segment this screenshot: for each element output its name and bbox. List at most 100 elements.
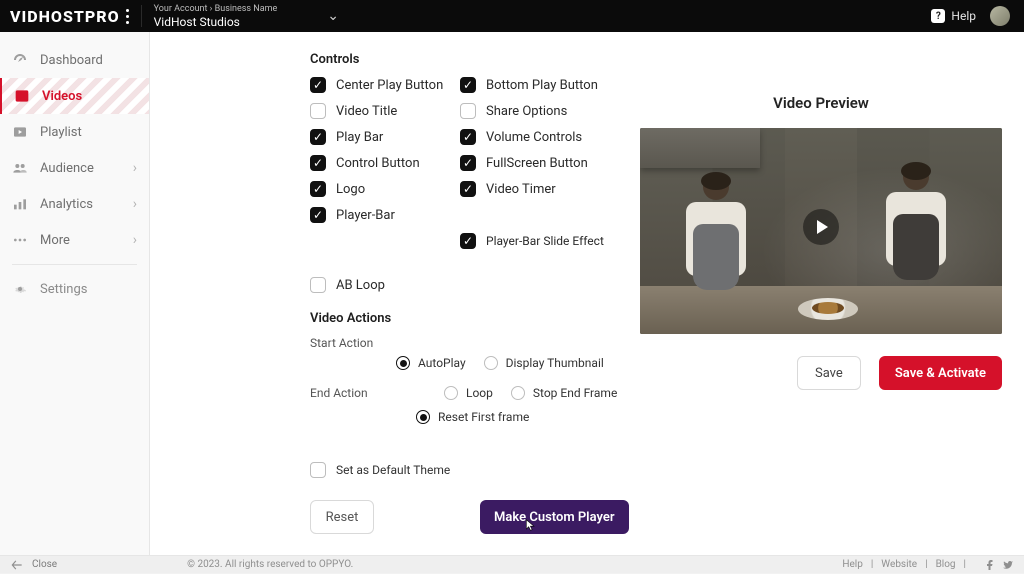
checkbox-label: Share Options	[486, 104, 567, 119]
close-button[interactable]: Close	[10, 558, 57, 572]
account-switcher[interactable]: Your Account › Business Name VidHost Stu…	[154, 5, 278, 28]
save-button[interactable]: Save	[797, 356, 861, 390]
save-activate-button[interactable]: Save & Activate	[879, 356, 1002, 390]
radio-label: Stop End Frame	[533, 386, 617, 400]
radio-display-thumbnail[interactable]: Display Thumbnail	[484, 356, 604, 370]
checkbox-fullscreen[interactable]: FullScreen Button	[460, 155, 630, 171]
button-label: Reset	[326, 510, 359, 525]
cursor-icon	[524, 518, 538, 536]
sidebar-item-label: Dashboard	[40, 53, 103, 68]
gear-icon	[12, 281, 28, 297]
video-preview-thumbnail[interactable]	[640, 128, 1002, 334]
checkbox-player-bar[interactable]: Player-Bar	[310, 207, 460, 223]
radio-autoplay[interactable]: AutoPlay	[396, 356, 466, 370]
radio-loop[interactable]: Loop	[444, 386, 493, 400]
checkbox-share-options[interactable]: Share Options	[460, 103, 630, 119]
radio-stop-end-frame[interactable]: Stop End Frame	[511, 386, 617, 400]
checkbox-volume-controls[interactable]: Volume Controls	[460, 129, 630, 145]
checkbox-icon	[310, 129, 326, 145]
reset-button[interactable]: Reset	[310, 500, 374, 534]
checkbox-icon	[460, 129, 476, 145]
checkbox-label: Volume Controls	[486, 130, 582, 145]
footer-link-help[interactable]: Help	[842, 559, 862, 570]
checkbox-icon	[310, 155, 326, 171]
chevron-right-icon: ›	[133, 196, 137, 212]
checkbox-label: Control Button	[336, 156, 420, 171]
checkbox-logo[interactable]: Logo	[310, 181, 460, 197]
checkbox-default-theme[interactable]: Set as Default Theme	[310, 462, 1008, 478]
button-label: Save & Activate	[895, 366, 986, 381]
checkbox-icon	[310, 277, 326, 293]
checkbox-icon	[460, 103, 476, 119]
sidebar-item-settings[interactable]: Settings	[0, 271, 149, 307]
checkbox-player-bar-slide[interactable]: Player-Bar Slide Effect	[460, 233, 630, 249]
sidebar-item-dashboard[interactable]: Dashboard	[0, 42, 149, 78]
checkbox-center-play[interactable]: Center Play Button	[310, 77, 460, 93]
close-icon	[10, 558, 24, 572]
help-button[interactable]: ? Help	[931, 9, 976, 23]
play-square-icon	[14, 88, 30, 104]
help-label: Help	[951, 9, 976, 23]
sidebar-item-audience[interactable]: Audience ›	[0, 150, 149, 186]
chevron-down-icon[interactable]: ⌄	[327, 8, 339, 24]
start-action-options: AutoPlay Display Thumbnail	[396, 356, 604, 370]
checkbox-label: Player-Bar	[336, 208, 395, 223]
checkbox-icon	[460, 155, 476, 171]
sidebar-item-label: Settings	[40, 282, 87, 297]
checkbox-video-timer[interactable]: Video Timer	[460, 181, 630, 197]
make-custom-player-button[interactable]: Make Custom Player	[480, 500, 629, 534]
people-icon	[12, 160, 28, 176]
radio-label: Loop	[466, 386, 493, 400]
person-right	[870, 164, 962, 324]
chart-icon	[12, 196, 28, 212]
kebab-menu-icon[interactable]	[126, 9, 129, 24]
footer-link-website[interactable]: Website	[881, 559, 917, 570]
checkbox-ab-loop[interactable]: AB Loop	[310, 277, 460, 293]
checkbox-control-button[interactable]: Control Button	[310, 155, 460, 171]
end-action-options-row1: Loop Stop End Frame	[444, 386, 617, 400]
sidebar-item-label: Audience	[40, 161, 94, 176]
section-title-controls: Controls	[310, 52, 1008, 67]
checkbox-label: Video Timer	[486, 182, 556, 197]
checkbox-label: Player-Bar Slide Effect	[486, 234, 604, 248]
radio-icon	[416, 410, 430, 424]
checkbox-play-bar[interactable]: Play Bar	[310, 129, 460, 145]
brand-logo: VIDHOSTPRO	[10, 7, 120, 26]
avatar[interactable]	[990, 6, 1010, 26]
plate-shape	[798, 298, 858, 320]
checkbox-icon	[460, 181, 476, 197]
radio-label: Display Thumbnail	[506, 356, 604, 370]
end-action-label: End Action	[310, 386, 396, 400]
sidebar-item-more[interactable]: More ›	[0, 222, 149, 258]
checkbox-icon	[460, 233, 476, 249]
dots-icon	[12, 232, 28, 248]
checkbox-bottom-play[interactable]: Bottom Play Button	[460, 77, 630, 93]
radio-icon	[484, 356, 498, 370]
studio-name: VidHost Studios	[154, 16, 278, 28]
list-play-icon	[12, 124, 28, 140]
sidebar-item-label: Videos	[42, 89, 82, 104]
facebook-icon[interactable]	[984, 559, 996, 571]
checkbox-video-title[interactable]: Video Title	[310, 103, 460, 119]
copyright: © 2023. All rights reserved to OPPYO.	[187, 559, 353, 570]
sidebar-item-analytics[interactable]: Analytics ›	[0, 186, 149, 222]
footer-link-blog[interactable]: Blog	[936, 559, 956, 570]
sidebar-item-playlist[interactable]: Playlist	[0, 114, 149, 150]
kitchen-hood-shape	[640, 128, 760, 168]
twitter-icon[interactable]	[1002, 559, 1014, 571]
help-icon: ?	[931, 9, 945, 23]
footer-social	[984, 559, 1014, 571]
checkbox-icon	[310, 103, 326, 119]
form-buttons: Reset Make Custom Player	[310, 500, 1008, 534]
chevron-right-icon: ›	[133, 160, 137, 176]
radio-icon	[396, 356, 410, 370]
sidebar-item-videos[interactable]: Videos	[0, 78, 149, 114]
play-icon[interactable]	[803, 209, 839, 245]
checkbox-label: Center Play Button	[336, 78, 443, 93]
footer: Close © 2023. All rights reserved to OPP…	[0, 555, 1024, 573]
checkbox-icon	[310, 462, 326, 478]
radio-icon	[444, 386, 458, 400]
radio-reset-first-frame[interactable]: Reset First frame	[416, 410, 529, 424]
preview-title: Video Preview	[640, 94, 1002, 112]
main-panel: Controls Center Play Button Bottom Play …	[150, 32, 1024, 555]
